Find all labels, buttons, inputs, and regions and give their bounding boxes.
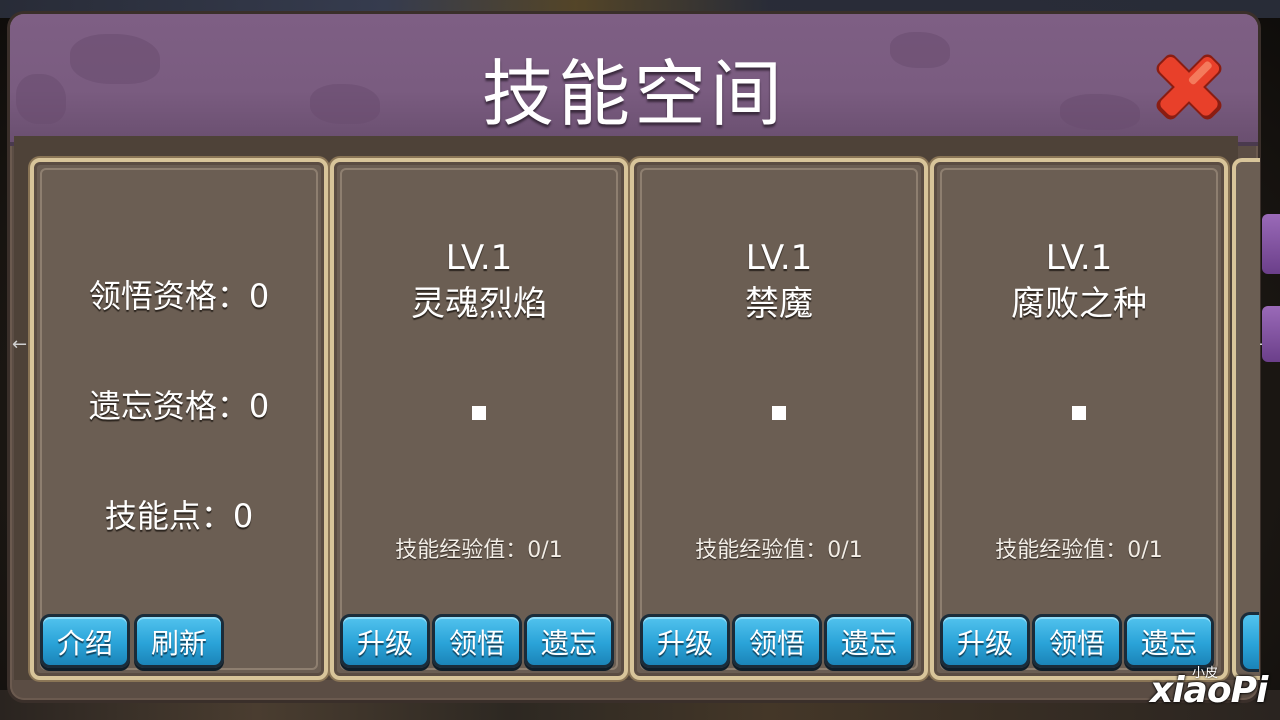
skill-level: LV.1 (445, 238, 513, 278)
side-tab[interactable] (1262, 214, 1280, 274)
forget-button[interactable]: 遗忘 (524, 614, 614, 668)
skill-level: LV.1 (745, 238, 813, 278)
close-x-icon (1156, 54, 1222, 120)
side-tab[interactable] (1262, 306, 1280, 362)
skill-exp: 技能经验值：0/1 (995, 538, 1163, 563)
stats-card: 领悟资格：0 遗忘资格：0 技能点：0 介绍 刷新 (30, 158, 328, 680)
comprehend-button[interactable]: 领悟 (732, 614, 822, 668)
page-title: 技能空间 (481, 52, 786, 136)
upgrade-button[interactable]: 升级 (340, 614, 430, 668)
skill-name: 灵魂烈焰 (411, 284, 547, 324)
refresh-button[interactable]: 刷新 (134, 614, 224, 668)
close-button[interactable] (1148, 42, 1230, 132)
skill-card: LV.1 灵魂烈焰 技能经验值：0/1 升级 领悟 遗忘 (330, 158, 628, 680)
skill-icon (772, 406, 786, 420)
skill-card: LV.1 禁魔 技能经验值：0/1 升级 领悟 遗忘 (630, 158, 928, 680)
skill-level: LV.1 (1045, 238, 1113, 278)
next-skill-card-edge[interactable] (1232, 158, 1260, 680)
intro-button[interactable]: 介绍 (40, 614, 130, 668)
skill-name: 腐败之种 (1011, 284, 1147, 324)
forget-qualification: 遗忘资格：0 (88, 387, 270, 425)
forget-button[interactable]: 遗忘 (824, 614, 914, 668)
skill-name: 禁魔 (745, 284, 813, 324)
skill-icon (1072, 406, 1086, 420)
forget-button[interactable]: 遗忘 (1124, 614, 1214, 668)
skill-card: LV.1 腐败之种 技能经验值：0/1 升级 领悟 遗忘 (930, 158, 1228, 680)
watermark-logo: xiaoPi (1150, 670, 1268, 711)
arrow-left-icon[interactable]: ← (12, 334, 27, 355)
next-card-button-edge[interactable] (1240, 612, 1259, 672)
comprehend-button[interactable]: 领悟 (1032, 614, 1122, 668)
skill-exp: 技能经验值：0/1 (395, 538, 563, 563)
game-screen: 技能空间 ← → 领悟资格：0 遗忘资格：0 技能点：0 介绍 刷新 LV.1 … (0, 0, 1280, 720)
upgrade-button[interactable]: 升级 (640, 614, 730, 668)
skill-icon (472, 406, 486, 420)
comprehend-button[interactable]: 领悟 (432, 614, 522, 668)
skill-points: 技能点：0 (104, 497, 254, 535)
comprehend-qualification: 领悟资格：0 (88, 277, 270, 315)
skill-exp: 技能经验值：0/1 (695, 538, 863, 563)
upgrade-button[interactable]: 升级 (940, 614, 1030, 668)
